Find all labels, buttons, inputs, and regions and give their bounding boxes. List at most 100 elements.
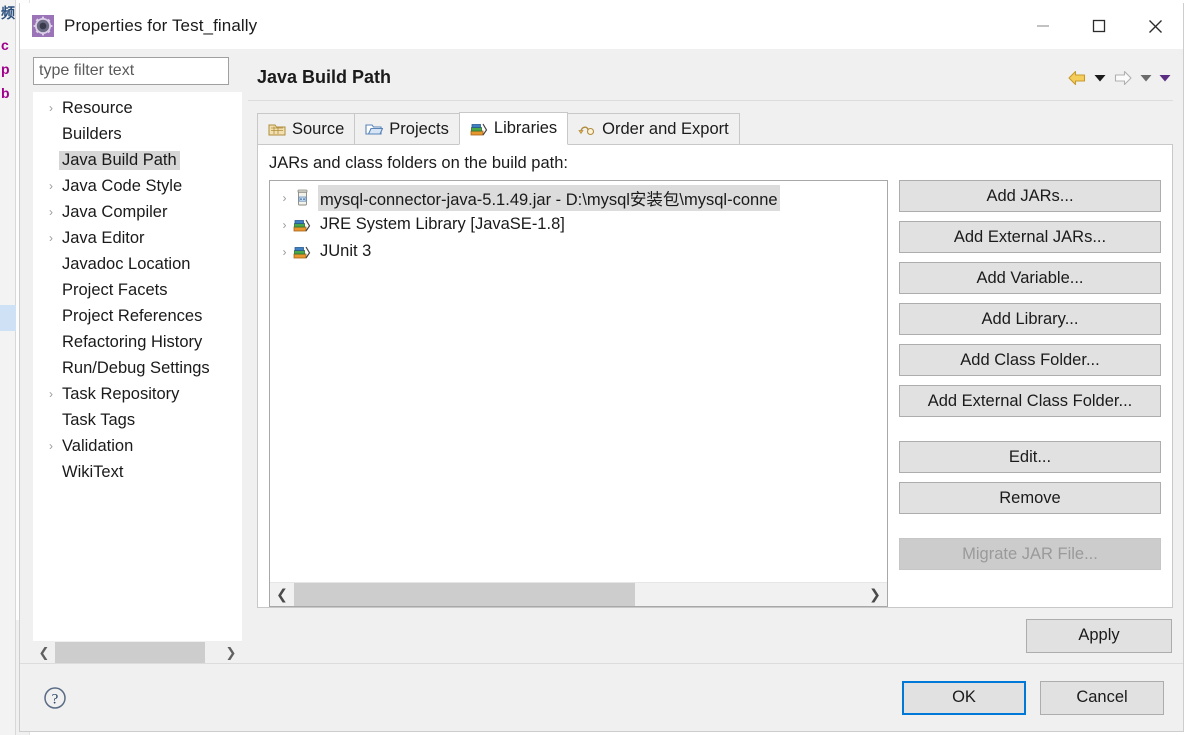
apply-button[interactable]: Apply — [1026, 618, 1172, 653]
scrollbar-thumb[interactable] — [55, 642, 205, 663]
projects-folder-icon — [365, 121, 384, 137]
sidebar-item-label: WikiText — [62, 462, 124, 481]
view-menu-chevron-down-icon[interactable] — [1159, 73, 1171, 82]
sidebar-item-java-code-style[interactable]: › Java Code Style — [33, 173, 242, 199]
sidebar-item-label: Java Compiler — [62, 202, 168, 221]
list-item-jre-system-library[interactable]: › JRE System Library [JavaSE-1.8] — [270, 211, 887, 238]
ok-button[interactable]: OK — [902, 680, 1026, 715]
chevron-right-icon[interactable]: › — [43, 387, 59, 401]
sidebar-item-label: Project Facets — [62, 280, 168, 299]
page-column: Java Build Path Source Projects Librarie… — [242, 49, 1183, 663]
sidebar-item-label: Run/Debug Settings — [62, 358, 210, 377]
sidebar-item-label: Javadoc Location — [62, 254, 191, 273]
tab-order-and-export[interactable]: Order and Export — [567, 113, 740, 145]
back-arrow-icon[interactable] — [1067, 69, 1087, 86]
svg-text:?: ? — [52, 691, 59, 707]
libraries-books-icon — [470, 121, 488, 137]
scrollbar-track[interactable] — [294, 583, 863, 606]
scrollbar-thumb[interactable] — [294, 583, 636, 606]
sidebar-item-label: Project References — [62, 306, 203, 325]
forward-arrow-icon[interactable] — [1113, 69, 1133, 86]
add-class-folder-button[interactable]: Add Class Folder... — [899, 344, 1161, 376]
chevron-right-icon[interactable]: › — [43, 101, 59, 115]
add-external-class-folder-button[interactable]: Add External Class Folder... — [899, 385, 1161, 417]
source-folder-icon — [268, 121, 286, 137]
page-header: Java Build Path — [248, 55, 1173, 101]
sidebar-item-task-repository[interactable]: › Task Repository — [33, 381, 242, 407]
tab-source[interactable]: Source — [257, 113, 356, 145]
chevron-right-icon[interactable]: › — [43, 439, 59, 453]
edit-button[interactable]: Edit... — [899, 441, 1161, 473]
chevron-right-icon[interactable]: › — [276, 218, 293, 232]
add-variable-button[interactable]: Add Variable... — [899, 262, 1161, 294]
library-books-icon — [293, 243, 313, 260]
list-item-label: JUnit 3 — [320, 242, 372, 260]
page-navigation-toolbar — [1067, 69, 1171, 86]
background-sidebar-strip: 频 c p b — [0, 0, 16, 735]
sidebar-item-label: Task Repository — [62, 384, 180, 403]
cancel-button[interactable]: Cancel — [1040, 680, 1164, 715]
settings-tree-horizontal-scrollbar[interactable]: ❮ ❯ — [33, 641, 242, 663]
minimize-icon[interactable] — [1015, 3, 1071, 49]
build-path-action-buttons: Add JARs... Add External JARs... Add Var… — [899, 180, 1161, 607]
add-jars-button[interactable]: Add JARs... — [899, 180, 1161, 212]
list-item-junit3[interactable]: › JUnit 3 — [270, 238, 887, 265]
jar-icon — [293, 189, 313, 206]
settings-tree-column: type filter text › Resource › Builders ›… — [20, 49, 242, 663]
sidebar-item-project-references[interactable]: › Project References — [33, 303, 242, 329]
sidebar-item-wikitext[interactable]: › WikiText — [33, 459, 242, 485]
chevron-right-icon[interactable]: › — [276, 191, 293, 205]
sidebar-item-javadoc-location[interactable]: › Javadoc Location — [33, 251, 242, 277]
sidebar-item-java-build-path[interactable]: › Java Build Path — [33, 147, 242, 173]
chevron-left-icon[interactable]: ❮ — [33, 642, 55, 663]
sidebar-item-run-debug-settings[interactable]: › Run/Debug Settings — [33, 355, 242, 381]
add-external-jars-button[interactable]: Add External JARs... — [899, 221, 1161, 253]
maximize-icon[interactable] — [1071, 3, 1127, 49]
help-question-icon[interactable]: ? — [42, 685, 68, 711]
settings-tree-panel: › Resource › Builders › Java Build Path … — [33, 92, 242, 663]
sidebar-item-resource[interactable]: › Resource — [33, 95, 242, 121]
chevron-right-icon[interactable]: › — [43, 231, 59, 245]
chevron-right-icon[interactable]: › — [43, 205, 59, 219]
back-dropdown-chevron-down-icon[interactable] — [1094, 73, 1106, 82]
build-path-list[interactable]: › mysql-connector-java-5.1.49.jar - D:\m… — [269, 180, 888, 607]
libraries-tab-panel: JARs and class folders on the build path… — [257, 145, 1173, 608]
sidebar-item-java-compiler[interactable]: › Java Compiler — [33, 199, 242, 225]
sidebar-item-builders[interactable]: › Builders — [33, 121, 242, 147]
settings-tree-list: › Resource › Builders › Java Build Path … — [33, 92, 242, 641]
close-icon[interactable] — [1127, 3, 1183, 49]
sidebar-item-validation[interactable]: › Validation — [33, 433, 242, 459]
sidebar-item-refactoring-history[interactable]: › Refactoring History — [33, 329, 242, 355]
dialog-title: Properties for Test_finally — [64, 15, 258, 35]
add-library-button[interactable]: Add Library... — [899, 303, 1161, 335]
footer-buttons: OK Cancel — [902, 680, 1164, 715]
remove-button[interactable]: Remove — [899, 482, 1161, 514]
chevron-right-icon[interactable]: › — [276, 245, 293, 259]
tab-label: Source — [292, 119, 345, 138]
sidebar-item-label: Java Editor — [62, 228, 145, 247]
properties-dialog: Properties for Test_finally type filter … — [19, 3, 1184, 732]
forward-dropdown-chevron-down-icon[interactable] — [1140, 73, 1152, 82]
tab-label: Projects — [389, 119, 449, 138]
sidebar-item-task-tags[interactable]: › Task Tags — [33, 407, 242, 433]
apply-row: Apply — [257, 608, 1173, 663]
sidebar-item-java-editor[interactable]: › Java Editor — [33, 225, 242, 251]
library-books-icon — [293, 216, 313, 233]
filter-input-wrapper[interactable]: type filter text — [33, 57, 229, 85]
tab-projects[interactable]: Projects — [354, 113, 460, 145]
chevron-right-icon[interactable]: ❯ — [220, 642, 242, 663]
chevron-left-icon[interactable]: ❮ — [270, 583, 294, 606]
eclipse-properties-icon — [32, 14, 54, 37]
list-item-mysql-connector[interactable]: › mysql-connector-java-5.1.49.jar - D:\m… — [270, 184, 887, 211]
scrollbar-track[interactable] — [55, 642, 220, 663]
sidebar-item-label: Java Code Style — [62, 176, 183, 195]
tab-libraries[interactable]: Libraries — [458, 112, 569, 145]
chevron-right-icon[interactable]: › — [43, 179, 59, 193]
sidebar-item-project-facets[interactable]: › Project Facets — [33, 277, 242, 303]
build-path-horizontal-scrollbar[interactable]: ❮ ❯ — [270, 582, 887, 606]
sidebar-item-label: Resource — [62, 98, 133, 117]
background-selected-item — [0, 305, 16, 331]
chevron-right-icon[interactable]: ❯ — [863, 583, 887, 606]
sidebar-item-label: Builders — [62, 124, 122, 143]
filter-input[interactable]: type filter text — [39, 62, 134, 80]
